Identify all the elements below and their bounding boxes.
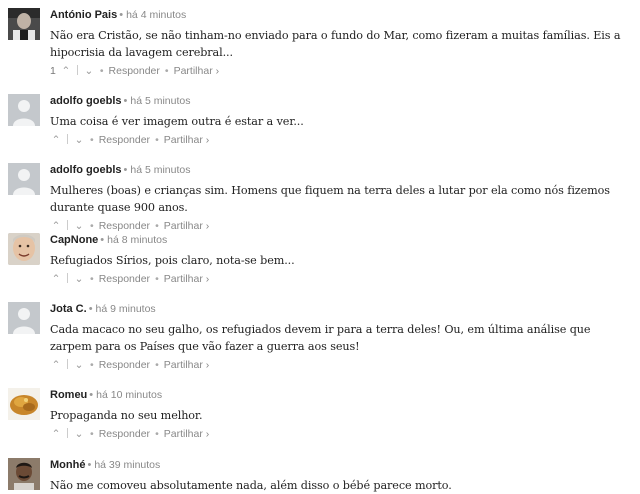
upvote-icon[interactable]: ⌃ (50, 357, 62, 373)
vote-divider (67, 359, 68, 369)
comment-text: Refugiados Sírios, pois claro, nota-se b… (50, 254, 295, 267)
upvote-icon[interactable]: ⌃ (60, 63, 72, 79)
meta-separator: • (89, 389, 94, 401)
action-dot: • (155, 220, 159, 232)
meta-separator: • (87, 459, 92, 471)
comment-time[interactable]: há 8 minutos (107, 234, 167, 246)
reply-button[interactable]: Responder (99, 273, 150, 285)
action-dot: • (164, 65, 169, 77)
comment-text: Não me comoveu absolutamente nada, além … (50, 479, 452, 492)
share-button[interactable]: Partilhar › (164, 134, 210, 146)
comment-author[interactable]: adolfo goebls (50, 164, 122, 176)
vote-divider (67, 134, 68, 144)
action-dot: • (90, 359, 94, 371)
comment-author[interactable]: António Pais (50, 9, 117, 21)
downvote-icon[interactable]: ⌄ (73, 426, 85, 442)
comment-author[interactable]: Monhé (50, 459, 85, 471)
share-button[interactable]: Partilhar › (164, 428, 210, 440)
avatar[interactable] (8, 8, 40, 40)
action-dot: • (155, 428, 159, 440)
comment-author[interactable]: adolfo goebls (50, 95, 122, 107)
comment-time[interactable]: há 39 minutos (94, 459, 160, 471)
comment-author[interactable]: Jota C. (50, 303, 87, 315)
action-dot: • (155, 273, 159, 285)
action-dot: • (90, 134, 94, 146)
default-user-icon (8, 163, 40, 195)
vote-count: 1 (50, 65, 56, 77)
meta-separator: • (100, 234, 105, 246)
action-dot: • (155, 134, 159, 146)
meta-separator: • (123, 164, 128, 176)
comment-text: Uma coisa é ver imagem outra é estar a v… (50, 115, 304, 128)
meta-separator: • (88, 303, 93, 315)
default-user-icon (8, 94, 40, 126)
action-dot: • (90, 273, 94, 285)
comment-text: Propaganda no seu melhor. (50, 409, 203, 422)
vote-divider (67, 273, 68, 283)
comment-time[interactable]: há 5 minutos (130, 164, 190, 176)
comment-time[interactable]: há 9 minutos (96, 303, 156, 315)
share-button[interactable]: Partilhar › (174, 65, 220, 77)
comment-time[interactable]: há 10 minutos (96, 389, 162, 401)
share-button[interactable]: Partilhar › (164, 220, 210, 232)
meta-separator: • (123, 95, 128, 107)
downvote-icon[interactable]: ⌄ (73, 218, 85, 234)
reply-button[interactable]: Responder (109, 65, 160, 77)
downvote-icon[interactable]: ⌄ (83, 63, 95, 79)
reply-button[interactable]: Responder (99, 428, 150, 440)
reply-button[interactable]: Responder (99, 220, 150, 232)
upvote-icon[interactable]: ⌃ (50, 271, 62, 287)
action-dot: • (155, 359, 159, 371)
avatar[interactable] (8, 458, 40, 490)
upvote-icon[interactable]: ⌃ (50, 426, 62, 442)
comment-author[interactable]: Romeu (50, 389, 87, 401)
downvote-icon[interactable]: ⌄ (73, 357, 85, 373)
upvote-icon[interactable]: ⌃ (50, 132, 62, 148)
comment-text: Cada macaco no seu galho, os refugiados … (50, 323, 591, 353)
comment-time[interactable]: há 5 minutos (130, 95, 190, 107)
comment-author[interactable]: CapNone (50, 234, 98, 246)
avatar[interactable] (8, 163, 40, 195)
action-dot: • (90, 428, 94, 440)
vote-divider (67, 220, 68, 230)
vote-divider (76, 65, 78, 75)
meta-separator: • (119, 9, 124, 21)
downvote-icon[interactable]: ⌄ (73, 271, 85, 287)
comment-text: Mulheres (boas) e crianças sim. Homens q… (50, 184, 610, 214)
share-button[interactable]: Partilhar › (164, 273, 210, 285)
action-dot: • (90, 220, 94, 232)
reply-button[interactable]: Responder (99, 134, 150, 146)
comment-time[interactable]: há 4 minutos (126, 9, 186, 21)
vote-divider (67, 428, 68, 438)
default-user-icon (8, 302, 40, 334)
share-button[interactable]: Partilhar › (164, 359, 210, 371)
avatar[interactable] (8, 94, 40, 126)
reply-button[interactable]: Responder (99, 359, 150, 371)
avatar[interactable] (8, 233, 40, 265)
upvote-icon[interactable]: ⌃ (50, 218, 62, 234)
comment-text: Não era Cristão, se não tinham-no enviad… (50, 29, 621, 59)
downvote-icon[interactable]: ⌄ (73, 132, 85, 148)
action-dot: • (99, 65, 104, 77)
avatar[interactable] (8, 388, 40, 420)
avatar[interactable] (8, 302, 40, 334)
